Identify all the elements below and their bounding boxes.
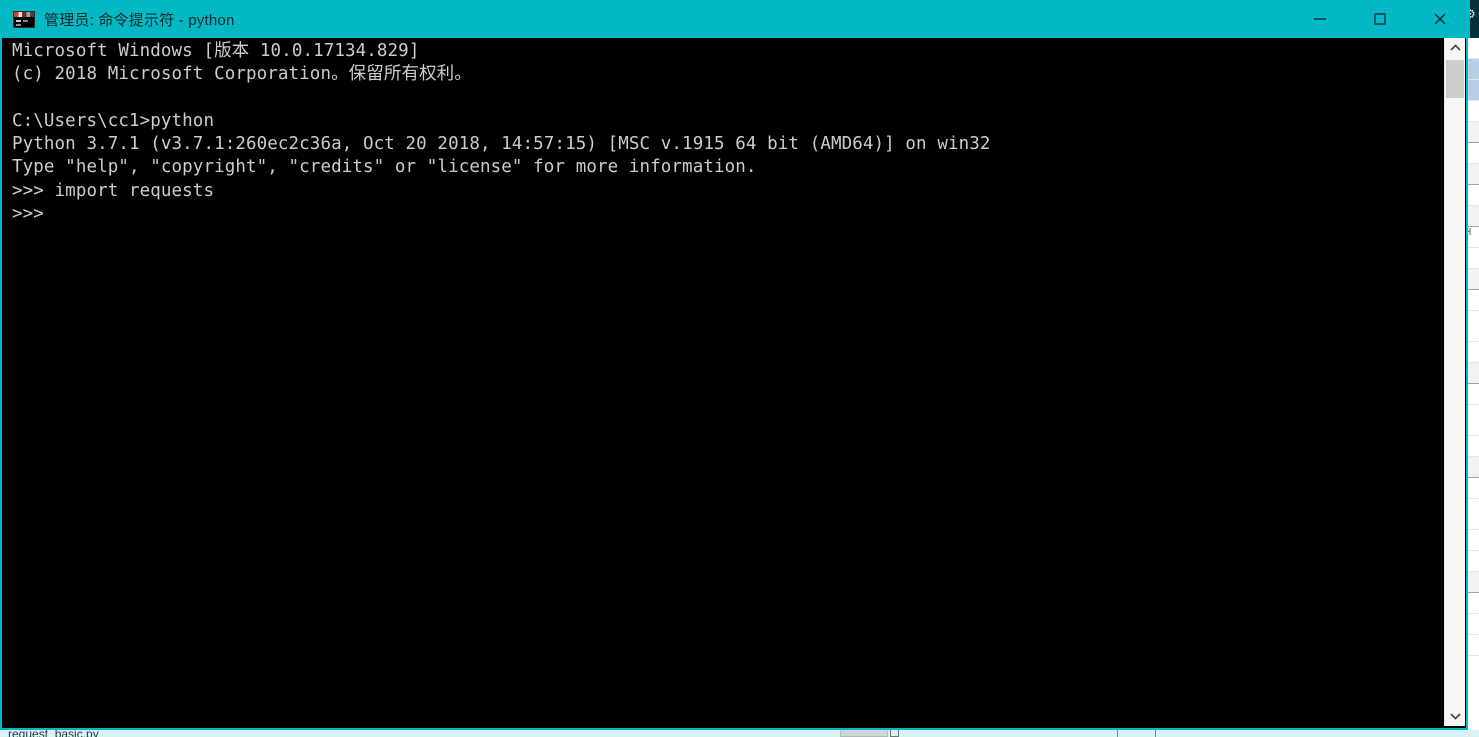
console-output-area[interactable]: Microsoft Windows [版本 10.0.17134.829] (c… bbox=[4, 38, 1448, 726]
console-window-icon bbox=[13, 10, 35, 28]
desktop-background-strip bbox=[0, 730, 1479, 737]
minimize-button[interactable] bbox=[1290, 0, 1350, 38]
window-controls bbox=[1290, 0, 1470, 38]
maximize-icon bbox=[1374, 13, 1386, 25]
close-button[interactable] bbox=[1410, 0, 1470, 38]
console-text: Microsoft Windows [版本 10.0.17134.829] (c… bbox=[12, 41, 991, 225]
close-icon bbox=[1434, 13, 1446, 25]
window-titlebar[interactable]: 管理员: 命令提示符 - python bbox=[2, 0, 1470, 38]
scroll-up-button[interactable] bbox=[1445, 38, 1465, 58]
console-vertical-scrollbar[interactable] bbox=[1444, 38, 1465, 726]
chevron-down-icon bbox=[1449, 713, 1461, 720]
minimize-icon bbox=[1314, 18, 1326, 20]
chevron-up-icon bbox=[1449, 44, 1461, 51]
maximize-button[interactable] bbox=[1350, 0, 1410, 38]
window-title: 管理员: 命令提示符 - python bbox=[44, 11, 235, 29]
scrollbar-thumb[interactable] bbox=[1446, 60, 1464, 98]
command-prompt-window[interactable]: 管理员: 命令提示符 - python Microsoft Windows [版… bbox=[0, 0, 1470, 730]
scroll-down-button[interactable] bbox=[1445, 706, 1465, 726]
scrollbar-track[interactable] bbox=[1445, 58, 1465, 706]
desktop-screen: ⚙ H request_basic.py bbox=[0, 0, 1479, 737]
